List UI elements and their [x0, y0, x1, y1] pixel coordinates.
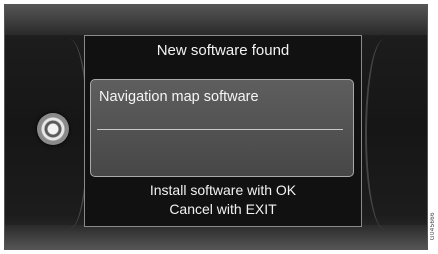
- display-screen: New software found Navigation map softwa…: [4, 4, 428, 250]
- software-list: Navigation map software: [90, 79, 354, 177]
- software-update-dialog: New software found Navigation map softwa…: [84, 35, 362, 227]
- install-instruction: Install software with OK: [149, 182, 297, 198]
- top-bezel-band: [5, 5, 427, 35]
- cancel-instruction: Cancel with EXIT: [169, 201, 277, 217]
- list-item-navigation-map-software[interactable]: Navigation map software: [99, 89, 259, 105]
- rotary-control-knob-icon[interactable]: [37, 113, 69, 145]
- list-divider: [97, 129, 343, 130]
- right-decorative-arc: [365, 39, 397, 229]
- dialog-title: New software found: [156, 42, 290, 59]
- image-reference-code: G045666: [430, 211, 436, 240]
